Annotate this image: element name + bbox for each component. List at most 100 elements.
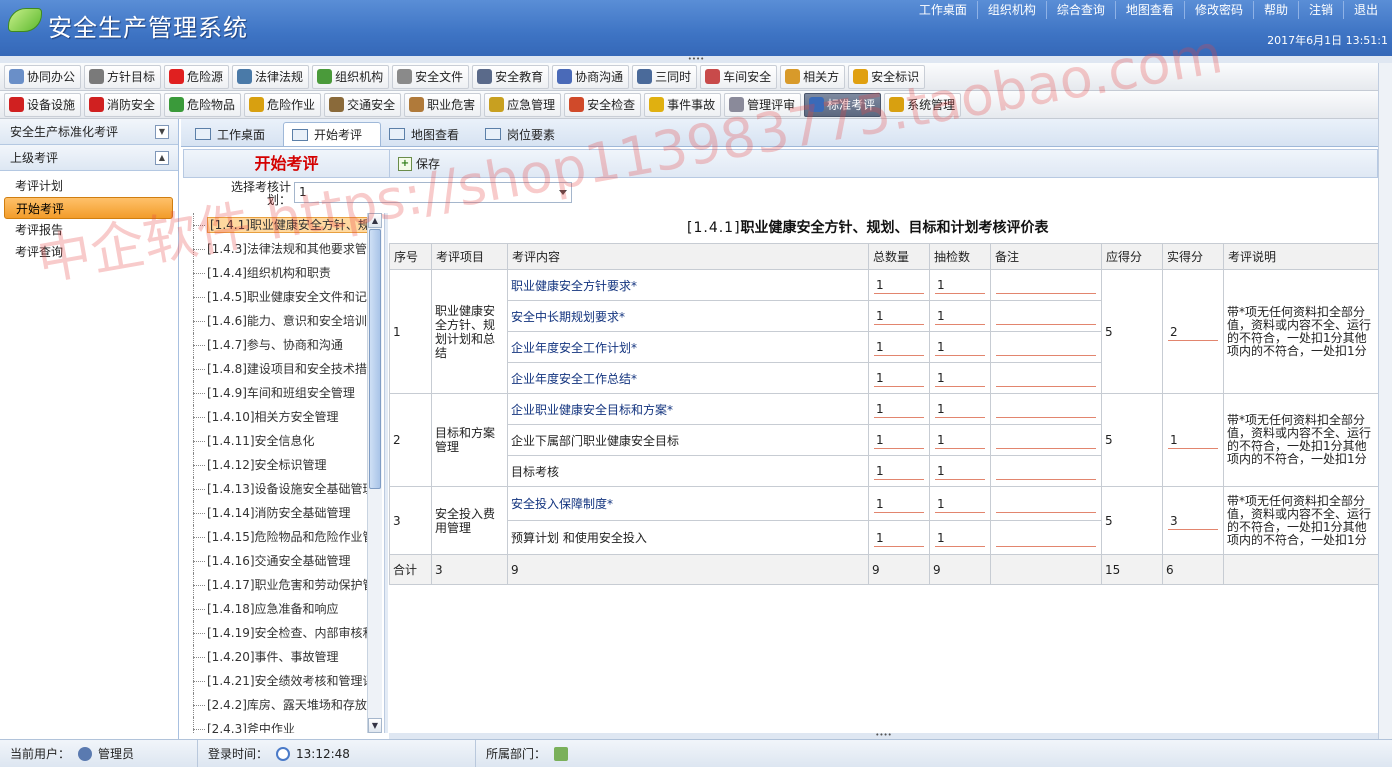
sample-count-input[interactable]: 1: [935, 495, 985, 513]
menu-item[interactable]: 安全标识: [848, 64, 926, 89]
menu-item[interactable]: 系统管理: [884, 92, 962, 117]
menu-item[interactable]: 事件事故: [644, 92, 722, 117]
total-quantity-input[interactable]: 1: [874, 495, 924, 513]
tree-node[interactable]: [1.4.13]设备设施安全基础管理: [187, 477, 367, 501]
total-quantity-input[interactable]: 1: [874, 400, 924, 418]
tree-node[interactable]: [1.4.17]职业危害和劳动保护管理: [187, 573, 367, 597]
tree-node[interactable]: [1.4.16]交通安全基础管理: [187, 549, 367, 573]
header-splitter-grip[interactable]: ••••: [0, 56, 1392, 63]
sample-count-input[interactable]: 1: [935, 431, 985, 449]
collapse-down-icon[interactable]: ▼: [155, 125, 169, 139]
actual-score-input[interactable]: 1: [1168, 431, 1218, 449]
remark-input[interactable]: [996, 369, 1096, 387]
tab-item[interactable]: 开始考评: [283, 122, 382, 146]
top-link[interactable]: 工作桌面: [909, 1, 977, 19]
save-button[interactable]: + 保存: [398, 155, 440, 172]
tab-item[interactable]: 岗位要素: [477, 122, 573, 146]
panel-splitter[interactable]: [384, 213, 388, 733]
menu-item[interactable]: 职业危害: [404, 92, 482, 117]
sample-count-input[interactable]: 1: [935, 338, 985, 356]
remark-input[interactable]: [996, 307, 1096, 325]
nav-item[interactable]: 考评计划: [4, 175, 173, 197]
total-quantity-input[interactable]: 1: [874, 307, 924, 325]
tree-node[interactable]: [1.4.12]安全标识管理: [187, 453, 367, 477]
nav-item[interactable]: 开始考评: [4, 197, 173, 219]
tree-node[interactable]: [1.4.10]相关方安全管理: [187, 405, 367, 429]
tree-node[interactable]: [1.4.7]参与、协商和沟通: [187, 333, 367, 357]
sample-count-input[interactable]: 1: [935, 400, 985, 418]
menu-item[interactable]: 车间安全: [700, 64, 778, 89]
menu-item[interactable]: 协商沟通: [552, 64, 630, 89]
remark-input[interactable]: [996, 431, 1096, 449]
sample-count-input[interactable]: 1: [935, 369, 985, 387]
menu-item[interactable]: 方针目标: [84, 64, 162, 89]
tree-node[interactable]: [1.4.20]事件、事故管理: [187, 645, 367, 669]
menu-item[interactable]: 危险作业: [244, 92, 322, 117]
collapse-up-icon[interactable]: ▲: [155, 151, 169, 165]
menu-item[interactable]: 相关方: [780, 64, 846, 89]
menu-item[interactable]: 应急管理: [484, 92, 562, 117]
sample-count-input[interactable]: 1: [935, 529, 985, 547]
tree-node[interactable]: [1.4.4]组织机构和职责: [187, 261, 367, 285]
menu-item[interactable]: 法律法规: [232, 64, 310, 89]
nav-section-header[interactable]: 安全生产标准化考评 ▼: [0, 119, 178, 145]
remark-input[interactable]: [996, 338, 1096, 356]
sample-count-input[interactable]: 1: [935, 462, 985, 480]
actual-score-input[interactable]: 2: [1168, 323, 1218, 341]
menu-item[interactable]: 安全文件: [392, 64, 470, 89]
tree-node[interactable]: [1.4.19]安全检查、内部审核和: [187, 621, 367, 645]
menu-item[interactable]: 安全教育: [472, 64, 550, 89]
top-link[interactable]: 组织机构: [976, 1, 1046, 19]
sample-count-input[interactable]: 1: [935, 307, 985, 325]
menu-item[interactable]: 交通安全: [324, 92, 402, 117]
menu-item[interactable]: 设备设施: [4, 92, 82, 117]
tree-node[interactable]: [1.4.5]职业健康安全文件和记录: [187, 285, 367, 309]
nav-subsection-header[interactable]: 上级考评 ▲: [0, 145, 178, 171]
tree-node[interactable]: [1.4.21]安全绩效考核和管理评审: [187, 669, 367, 693]
nav-item[interactable]: 考评报告: [4, 219, 173, 241]
tree-node[interactable]: [2.4.3]斧中作业: [187, 717, 367, 733]
tree-node[interactable]: [1.4.3]法律法规和其他要求管理: [187, 237, 367, 261]
menu-item[interactable]: 协同办公: [4, 64, 82, 89]
total-quantity-input[interactable]: 1: [874, 276, 924, 294]
remark-input[interactable]: [996, 400, 1096, 418]
scroll-up-icon[interactable]: ▲: [368, 213, 382, 228]
tab-item[interactable]: 地图查看: [381, 122, 477, 146]
top-link[interactable]: 综合查询: [1045, 1, 1115, 19]
tree-node[interactable]: [1.4.8]建设项目和安全技术措施: [187, 357, 367, 381]
menu-item[interactable]: 标准考评: [804, 92, 882, 117]
total-quantity-input[interactable]: 1: [874, 529, 924, 547]
total-quantity-input[interactable]: 1: [874, 338, 924, 356]
top-link[interactable]: 修改密码: [1183, 1, 1253, 19]
total-quantity-input[interactable]: 1: [874, 431, 924, 449]
tab-item[interactable]: 工作桌面: [187, 122, 283, 146]
remark-input[interactable]: [996, 462, 1096, 480]
menu-item[interactable]: 组织机构: [312, 64, 390, 89]
tree-node[interactable]: [1.4.1]职业健康安全方针、规划: [187, 213, 367, 237]
tree-node[interactable]: [1.4.9]车间和班组安全管理: [187, 381, 367, 405]
remark-input[interactable]: [996, 529, 1096, 547]
total-quantity-input[interactable]: 1: [874, 369, 924, 387]
tree-scrollbar[interactable]: ▲ ▼: [367, 213, 382, 733]
top-link[interactable]: 帮助: [1252, 1, 1298, 19]
menu-item[interactable]: 安全检查: [564, 92, 642, 117]
nav-item[interactable]: 考评查询: [4, 241, 173, 263]
actual-score-input[interactable]: 3: [1168, 512, 1218, 530]
tree-node[interactable]: [1.4.15]危险物品和危险作业管理: [187, 525, 367, 549]
tree-node[interactable]: [1.4.6]能力、意识和安全培训教育: [187, 309, 367, 333]
menu-item[interactable]: 危险物品: [164, 92, 242, 117]
menu-item[interactable]: 消防安全: [84, 92, 162, 117]
top-link[interactable]: 退出: [1342, 1, 1388, 19]
remark-input[interactable]: [996, 276, 1096, 294]
scroll-thumb[interactable]: [369, 229, 381, 489]
menu-item[interactable]: 危险源: [164, 64, 230, 89]
tree-node[interactable]: [1.4.18]应急准备和响应: [187, 597, 367, 621]
total-quantity-input[interactable]: 1: [874, 462, 924, 480]
tree-node[interactable]: [2.4.2]库房、露天堆场和存放点: [187, 693, 367, 717]
tree-node[interactable]: [1.4.14]消防安全基础管理: [187, 501, 367, 525]
plan-select[interactable]: 1: [294, 182, 572, 203]
top-link[interactable]: 地图查看: [1114, 1, 1184, 19]
sample-count-input[interactable]: 1: [935, 276, 985, 294]
menu-item[interactable]: 管理评审: [724, 92, 802, 117]
remark-input[interactable]: [996, 495, 1096, 513]
